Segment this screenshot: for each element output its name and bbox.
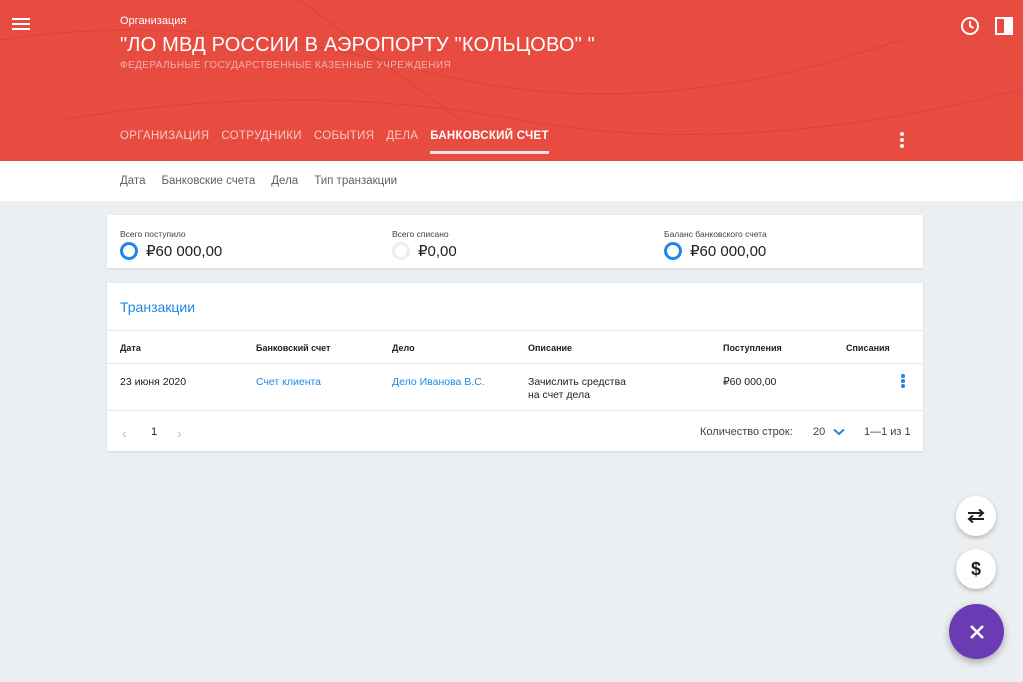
progress-ring-icon — [392, 242, 410, 260]
row-income: ₽60 000,00 — [723, 376, 777, 388]
summary-card: Всего поступило ₽60 000,00 Всего списано… — [107, 215, 923, 268]
history-button[interactable] — [959, 15, 981, 37]
more-vert-icon[interactable] — [898, 132, 906, 150]
organization-header: Организация "ЛО МВД РОССИИ В АЭРОПОРТУ "… — [0, 0, 1023, 161]
chevron-down-icon — [833, 428, 845, 436]
tab-events[interactable]: СОБЫТИЯ — [314, 130, 374, 154]
pagination-range: 1—1 из 1 — [864, 426, 911, 438]
rows-per-page-value: 20 — [813, 426, 826, 438]
rows-per-page-label: Количество строк: — [700, 426, 793, 438]
column-header-account[interactable]: Банковский счет — [256, 343, 330, 353]
row-case-link[interactable]: Дело Иванова В.С. — [392, 376, 485, 389]
org-label: Организация — [120, 15, 187, 27]
summary-balance: Баланс банковского счета ₽60 000,00 — [664, 229, 767, 260]
dollar-icon: $ — [970, 558, 981, 579]
divider — [107, 363, 923, 364]
menu-button[interactable] — [12, 15, 32, 35]
column-header-income[interactable]: Поступления — [723, 343, 782, 353]
progress-ring-icon — [664, 242, 682, 260]
menu-icon — [12, 18, 30, 20]
filter-date[interactable]: Дата — [120, 175, 145, 187]
column-header-date[interactable]: Дата — [120, 343, 141, 353]
tab-bank-account[interactable]: БАНКОВСКИЙ СЧЕТ — [430, 130, 549, 154]
row-date: 23 июня 2020 — [120, 376, 187, 388]
filter-bar: Дата Банковские счета Дела Тип транзакци… — [0, 161, 1023, 201]
received-value: ₽60 000,00 — [146, 243, 223, 260]
rows-per-page-select[interactable]: 20 — [813, 426, 845, 438]
summary-written-off: Всего списано ₽0,00 — [392, 229, 457, 260]
side-panel-button[interactable] — [993, 15, 1015, 37]
row-more-vert-icon[interactable] — [899, 374, 907, 390]
row-account-link[interactable]: Счет клиента — [256, 376, 321, 389]
filter-bank-accounts[interactable]: Банковские счета — [161, 175, 255, 187]
close-icon — [969, 624, 984, 639]
fab-close-button[interactable] — [949, 604, 1004, 659]
row-description: Зачислить средства на счет дела — [528, 376, 626, 401]
divider — [107, 410, 923, 411]
transactions-card: Транзакции Дата Банковский счет Дело Опи… — [107, 283, 923, 451]
transfer-button[interactable] — [956, 496, 996, 536]
balance-value: ₽60 000,00 — [690, 243, 767, 260]
transactions-title: Транзакции — [120, 299, 196, 315]
filter-cases[interactable]: Дела — [271, 175, 298, 187]
divider — [107, 330, 923, 331]
written-off-label: Всего списано — [392, 229, 449, 239]
column-header-expense[interactable]: Списания — [846, 343, 890, 353]
tab-organization[interactable]: ОРГАНИЗАЦИЯ — [120, 130, 209, 154]
tab-cases[interactable]: ДЕЛА — [386, 130, 418, 154]
received-label: Всего поступило — [120, 229, 186, 239]
org-subtitle: ФЕДЕРАЛЬНЫЕ ГОСУДАРСТВЕННЫЕ КАЗЕННЫЕ УЧР… — [120, 60, 452, 71]
swap-icon — [967, 508, 985, 524]
written-off-value: ₽0,00 — [418, 243, 457, 260]
payment-button[interactable]: $ — [956, 549, 996, 589]
filter-transaction-type[interactable]: Тип транзакции — [314, 175, 397, 187]
clock-icon — [961, 17, 979, 35]
chevron-right-icon[interactable]: › — [177, 425, 182, 441]
column-header-description[interactable]: Описание — [528, 343, 572, 353]
column-header-case[interactable]: Дело — [392, 343, 415, 353]
page-number[interactable]: 1 — [151, 426, 157, 438]
summary-received: Всего поступило ₽60 000,00 — [120, 229, 222, 260]
panel-icon — [995, 17, 1013, 35]
balance-label: Баланс банковского счета — [664, 229, 767, 239]
tab-employees[interactable]: СОТРУДНИКИ — [221, 130, 302, 154]
chevron-left-icon[interactable]: ‹ — [122, 425, 127, 441]
page-title: "ЛО МВД РОССИИ В АЭРОПОРТУ "КОЛЬЦОВО" " — [120, 34, 595, 56]
progress-ring-icon — [120, 242, 138, 260]
tabs: ОРГАНИЗАЦИЯ СОТРУДНИКИ СОБЫТИЯ ДЕЛА БАНК… — [120, 130, 549, 154]
